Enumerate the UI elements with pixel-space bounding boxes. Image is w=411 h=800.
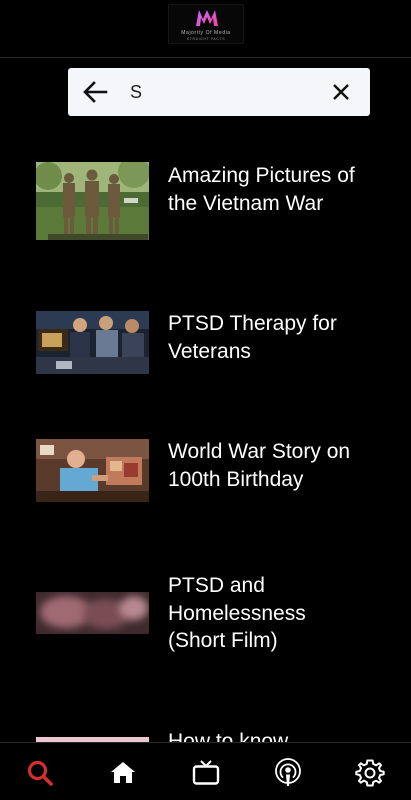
app-logo[interactable]: Majority Of Media STRAIGHT FACTS [168,4,244,44]
search-bar [68,68,370,116]
home-icon[interactable] [108,758,138,788]
result-title: World War Story on 100th Birthday [168,440,351,491]
gear-icon[interactable] [355,758,385,788]
result-item[interactable]: How to know [0,728,411,742]
logo-text: Majority Of Media [181,30,231,36]
result-title: PTSD and Homelessness (Short Film) [168,574,306,652]
podcast-icon[interactable] [273,758,303,788]
search-icon[interactable] [25,758,55,788]
result-title: How to know [168,730,289,742]
top-bar: Majority Of Media STRAIGHT FACTS [0,0,411,58]
result-item[interactable]: World War Story on 100th Birthday [0,438,411,504]
result-item[interactable]: PTSD Therapy for Veterans [0,310,411,376]
logo-mark-icon [196,10,218,26]
logo-subtext: STRAIGHT FACTS [186,37,226,41]
vietnam-memorial-statue-thumbnail [36,162,149,240]
bottom-navigation [0,742,411,800]
result-item[interactable]: PTSD and Homelessness (Short Film) [0,572,411,656]
result-item[interactable]: Amazing Pictures of the Vietnam War [0,160,411,242]
arrow-left-icon[interactable] [82,80,108,104]
close-icon[interactable] [330,81,352,103]
search-results-list: Amazing Pictures of the Vietnam War PTSD… [0,120,411,742]
tv-icon[interactable] [191,758,221,788]
result-title: PTSD Therapy for Veterans [168,312,337,363]
veterans-group-thumbnail [36,311,149,374]
search-input[interactable] [130,78,330,106]
veteran-birthday-thumbnail [36,439,149,502]
blurred-film-thumbnail [36,592,149,634]
result-title: Amazing Pictures of the Vietnam War [168,164,355,215]
